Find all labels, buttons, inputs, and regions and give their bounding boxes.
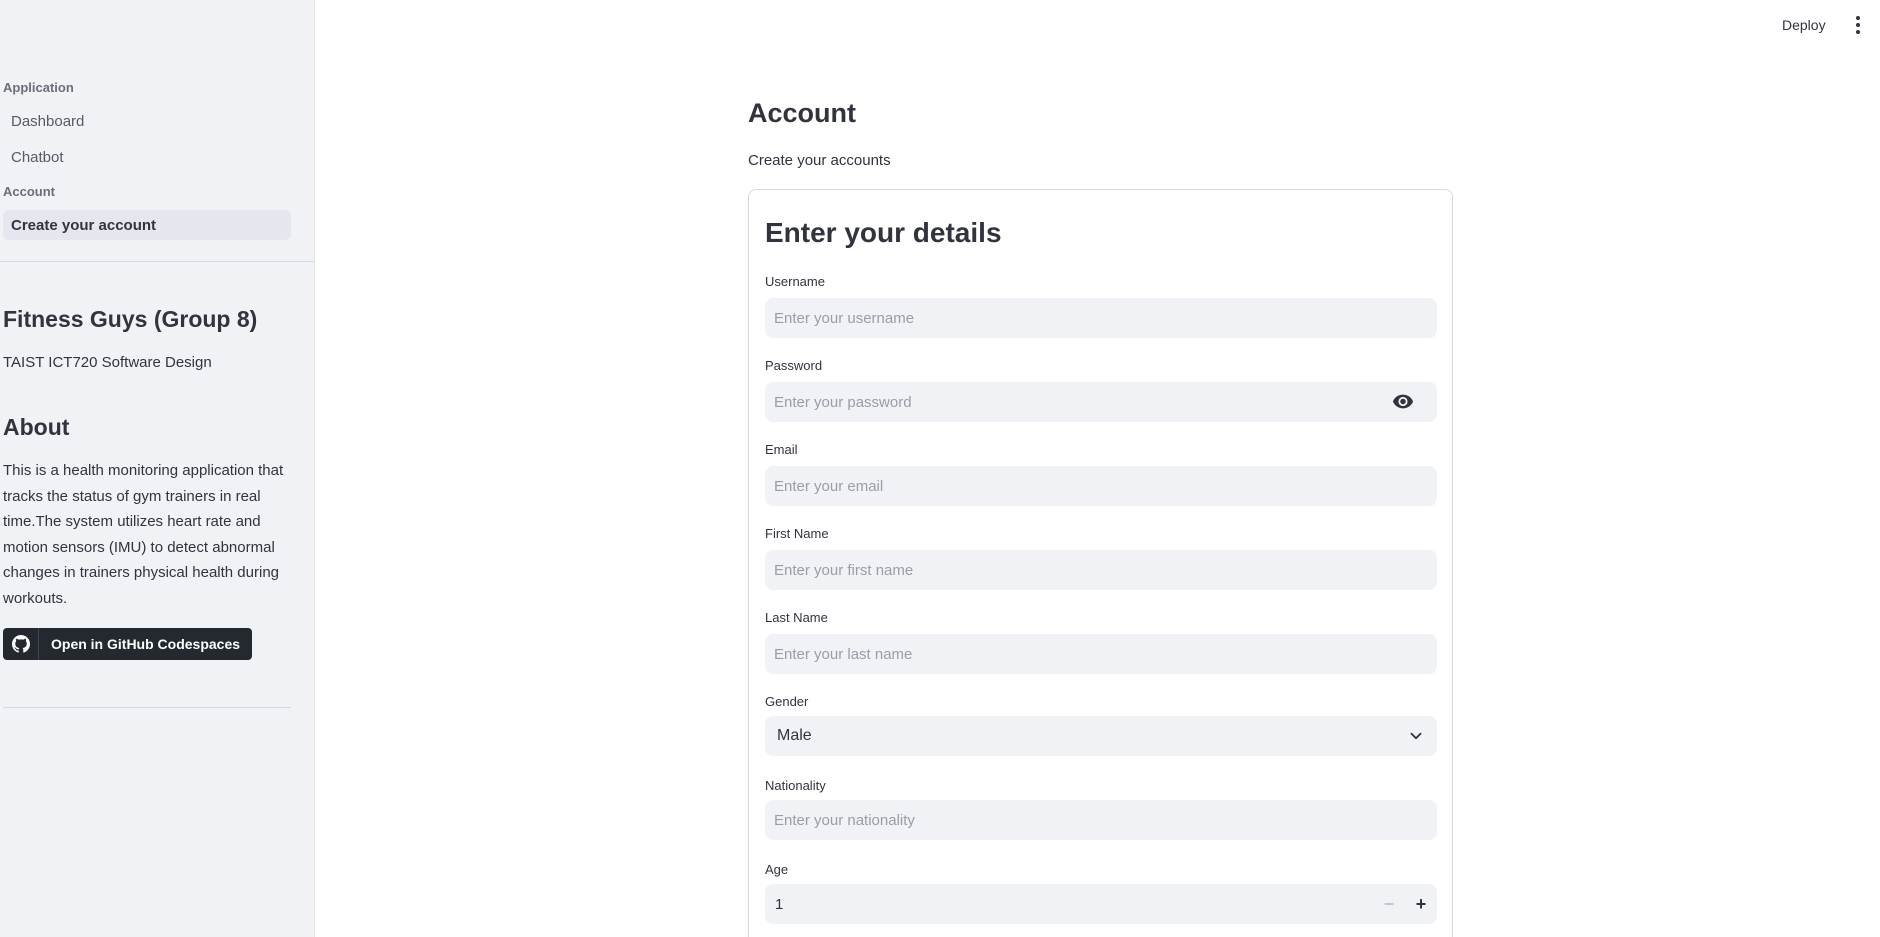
- age-label: Age: [765, 862, 789, 877]
- sidebar-item-label: Chatbot: [11, 148, 64, 166]
- gender-select[interactable]: Male: [765, 716, 1437, 756]
- nationality-input[interactable]: [765, 800, 1437, 840]
- username-label: Username: [765, 274, 825, 289]
- password-input[interactable]: [765, 382, 1437, 422]
- chevron-down-icon: [1410, 732, 1422, 740]
- sidebar-item-label: Dashboard: [11, 112, 85, 130]
- email-label: Email: [765, 442, 798, 457]
- gender-select-value: Male: [777, 727, 812, 744]
- eye-icon[interactable]: [1392, 390, 1414, 412]
- username-input[interactable]: [765, 298, 1437, 338]
- sidebar: Application Dashboard Chatbot Account Cr…: [0, 0, 315, 937]
- more-vertical-icon[interactable]: [1850, 14, 1866, 36]
- nav-section-account: Account: [3, 184, 55, 199]
- age-decrement-button[interactable]: −: [1373, 884, 1405, 924]
- password-label: Password: [765, 358, 823, 373]
- first-name-input[interactable]: [765, 550, 1437, 590]
- sidebar-item-label: Create your account: [11, 216, 157, 234]
- sidebar-divider-bottom: [3, 707, 291, 708]
- last-name-input[interactable]: [765, 634, 1437, 674]
- age-increment-button[interactable]: +: [1405, 884, 1437, 924]
- about-text: This is a health monitoring application …: [3, 462, 284, 607]
- nav-section-application: Application: [3, 80, 74, 95]
- app-root: Application Dashboard Chatbot Account Cr…: [0, 0, 1880, 937]
- nationality-label: Nationality: [765, 778, 826, 793]
- email-input[interactable]: [765, 466, 1437, 506]
- form-heading: Enter your details: [765, 217, 1002, 248]
- sidebar-item-create-account[interactable]: Create your account: [3, 210, 291, 240]
- age-input[interactable]: [765, 884, 1373, 924]
- page-subtitle: Create your accounts: [748, 152, 891, 169]
- sidebar-divider: [0, 261, 315, 262]
- deploy-button[interactable]: Deploy: [1782, 17, 1826, 33]
- about-heading: About: [3, 414, 70, 440]
- page-title: Account: [748, 98, 856, 128]
- sidebar-item-chatbot[interactable]: Chatbot: [3, 142, 291, 172]
- gender-label: Gender: [765, 694, 809, 709]
- age-stepper: − +: [765, 884, 1437, 924]
- open-codespaces-button[interactable]: Open in GitHub Codespaces: [3, 628, 253, 660]
- sidebar-subtitle: TAIST ICT720 Software Design: [3, 354, 212, 371]
- github-icon: [3, 628, 39, 660]
- sidebar-item-dashboard[interactable]: Dashboard: [3, 106, 291, 136]
- sidebar-title: Fitness Guys (Group 8): [3, 306, 258, 332]
- first-name-label: First Name: [765, 526, 829, 541]
- last-name-label: Last Name: [765, 610, 828, 625]
- codespaces-button-label: Open in GitHub Codespaces: [51, 636, 241, 652]
